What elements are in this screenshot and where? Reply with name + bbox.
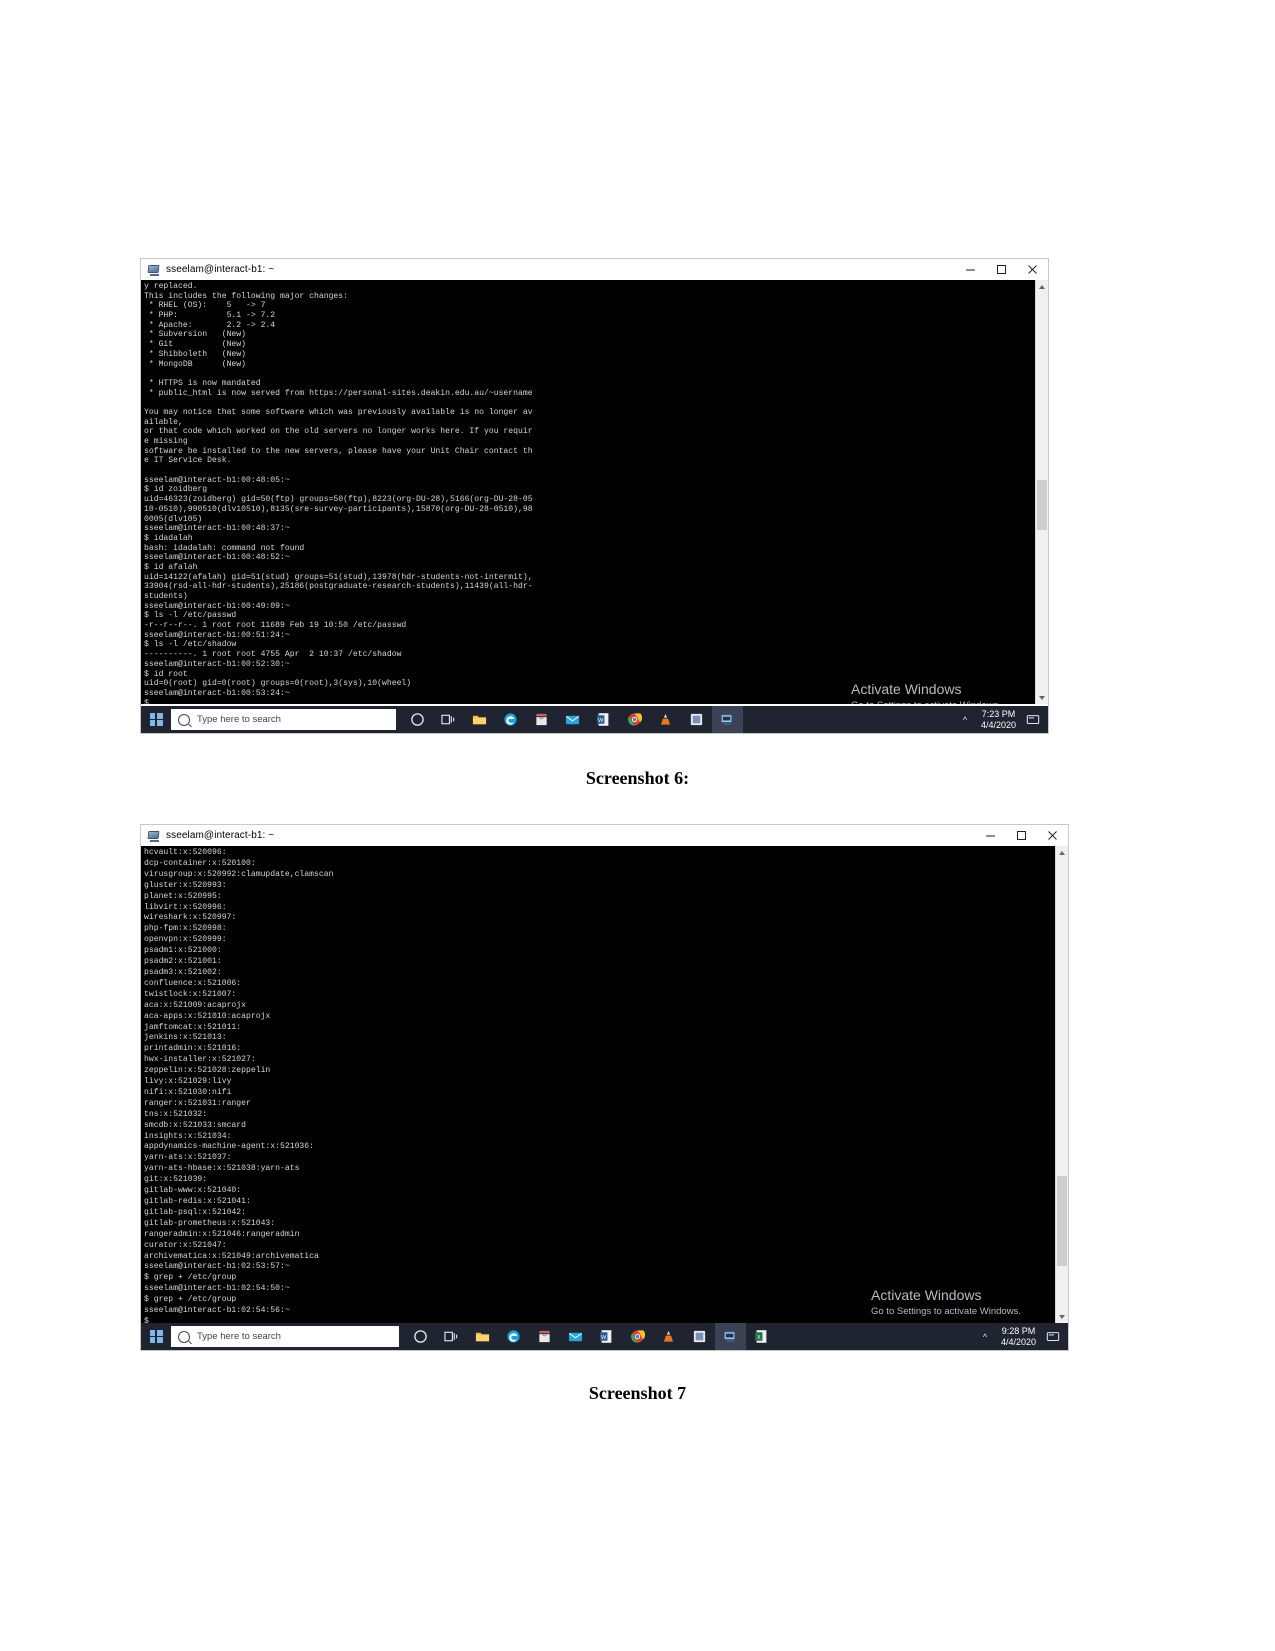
- task-view-icon[interactable]: [436, 1323, 467, 1350]
- terminal-1-scrollbar[interactable]: [1035, 280, 1048, 704]
- scroll-up-arrow-icon[interactable]: [1056, 846, 1068, 859]
- putty-window-icon: [147, 263, 161, 277]
- cortana-icon[interactable]: [405, 1323, 436, 1350]
- scrollbar-thumb[interactable]: [1057, 1176, 1067, 1266]
- caption-text-2: Screenshot 7: [588, 1383, 687, 1403]
- search-icon: [178, 1330, 190, 1343]
- terminal-window-2[interactable]: sseelam@interact-b1: ~ hcvault:x:520096:…: [141, 825, 1068, 1350]
- taskbar-icon-strip-2: W X: [405, 1323, 777, 1350]
- vlc-icon[interactable]: [650, 706, 681, 733]
- window-1-titlebar[interactable]: sseelam@interact-b1: ~: [141, 259, 1048, 280]
- maximize-button[interactable]: [986, 259, 1017, 280]
- file-explorer-icon[interactable]: [467, 1323, 498, 1350]
- edge-icon[interactable]: [495, 706, 526, 733]
- word-icon[interactable]: W: [591, 1323, 622, 1350]
- terminal-1-text: y replaced. This includes the following …: [144, 282, 533, 704]
- search-placeholder-2: Type here to search: [197, 1331, 281, 1342]
- minimize-button[interactable]: [975, 825, 1006, 846]
- file-explorer-icon[interactable]: [464, 706, 495, 733]
- chrome-icon[interactable]: [619, 706, 650, 733]
- store-icon[interactable]: [526, 706, 557, 733]
- svg-text:W: W: [598, 718, 604, 724]
- taskbar-icon-strip-1: W: [402, 706, 743, 733]
- start-button[interactable]: [141, 1323, 171, 1350]
- excel-icon[interactable]: X: [746, 1323, 777, 1350]
- scroll-down-arrow-icon[interactable]: [1036, 691, 1048, 704]
- terminal-2-text: hcvault:x:520096: dcp-container:x:520100…: [144, 848, 334, 1323]
- window-2-title: sseelam@interact-b1: ~: [166, 830, 275, 841]
- scroll-down-arrow-icon[interactable]: [1056, 1310, 1068, 1323]
- caption-screenshot-6: Screenshot 6:: [0, 768, 1275, 789]
- mail-icon[interactable]: [557, 706, 588, 733]
- word-icon[interactable]: W: [588, 706, 619, 733]
- chrome-icon[interactable]: [622, 1323, 653, 1350]
- scrollbar-thumb[interactable]: [1037, 480, 1047, 530]
- minimize-button[interactable]: [955, 259, 986, 280]
- windows-logo-icon: [149, 713, 163, 726]
- windows-taskbar-1[interactable]: Type here to search W ^ 7:23 PM 4/4/2020: [141, 706, 1048, 733]
- store-icon[interactable]: [529, 1323, 560, 1350]
- cortana-icon[interactable]: [402, 706, 433, 733]
- window-2-titlebar[interactable]: sseelam@interact-b1: ~: [141, 825, 1068, 846]
- windows-taskbar-2[interactable]: Type here to search W X ^ 9:28 PM 4/4/20…: [141, 1323, 1068, 1350]
- show-hidden-icons-chevron-up-icon[interactable]: ^: [975, 1332, 995, 1342]
- terminal-1-output-area[interactable]: y replaced. This includes the following …: [141, 280, 1048, 704]
- snipping-tool-icon[interactable]: [681, 706, 712, 733]
- close-button[interactable]: [1037, 825, 1068, 846]
- clock-time-1: 7:23 PM: [981, 708, 1016, 719]
- vlc-icon[interactable]: [653, 1323, 684, 1350]
- system-tray-2: ^ 9:28 PM 4/4/2020: [975, 1323, 1068, 1350]
- putty-icon[interactable]: [715, 1323, 746, 1350]
- action-center-icon[interactable]: [1042, 1330, 1064, 1344]
- search-icon: [178, 713, 190, 726]
- windows-logo-icon: [149, 1330, 163, 1343]
- scroll-up-arrow-icon[interactable]: [1036, 280, 1048, 293]
- svg-text:W: W: [601, 1335, 607, 1341]
- task-view-icon[interactable]: [433, 706, 464, 733]
- start-button[interactable]: [141, 706, 171, 733]
- putty-icon[interactable]: [712, 706, 743, 733]
- svg-text:X: X: [757, 1335, 761, 1341]
- close-button[interactable]: [1017, 259, 1048, 280]
- putty-window-icon: [147, 829, 161, 843]
- clock-date-2: 4/4/2020: [1000, 1336, 1036, 1347]
- caption-text-1: Screenshot 6:: [585, 768, 690, 788]
- action-center-icon[interactable]: [1022, 713, 1044, 727]
- window-2-controls: [975, 825, 1068, 846]
- snipping-tool-icon[interactable]: [684, 1323, 715, 1350]
- clock-date-1: 4/4/2020: [980, 719, 1016, 730]
- caption-screenshot-7: Screenshot 7: [0, 1383, 1275, 1404]
- mail-icon[interactable]: [560, 1323, 591, 1350]
- terminal-2-scrollbar[interactable]: [1055, 846, 1068, 1323]
- terminal-window-1[interactable]: sseelam@interact-b1: ~ y replaced. This …: [141, 259, 1048, 733]
- system-tray-1: ^ 7:23 PM 4/4/2020: [955, 706, 1048, 733]
- terminal-2-output-area[interactable]: hcvault:x:520096: dcp-container:x:520100…: [141, 846, 1068, 1323]
- clock-time-2: 9:28 PM: [1001, 1325, 1036, 1336]
- show-hidden-icons-chevron-up-icon[interactable]: ^: [955, 715, 975, 725]
- edge-icon[interactable]: [498, 1323, 529, 1350]
- taskbar-search-box-1[interactable]: Type here to search: [171, 709, 396, 730]
- window-1-title: sseelam@interact-b1: ~: [166, 264, 275, 275]
- taskbar-clock-1[interactable]: 7:23 PM 4/4/2020: [975, 709, 1022, 731]
- taskbar-clock-2[interactable]: 9:28 PM 4/4/2020: [995, 1326, 1042, 1348]
- taskbar-search-box-2[interactable]: Type here to search: [171, 1326, 399, 1347]
- search-placeholder-1: Type here to search: [197, 714, 281, 725]
- maximize-button[interactable]: [1006, 825, 1037, 846]
- window-1-controls: [955, 259, 1048, 280]
